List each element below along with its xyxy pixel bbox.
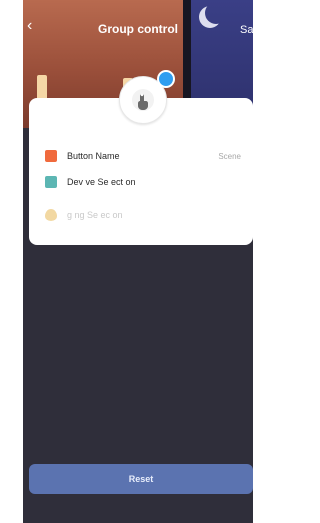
reset-button-label: Reset xyxy=(128,474,154,484)
square-icon xyxy=(45,150,57,162)
button-name-row[interactable]: Button Name Scene xyxy=(45,147,241,165)
row-label: Button Name xyxy=(67,151,120,161)
row-value: Scene xyxy=(218,151,241,161)
device-selection-row[interactable]: Dev ve Se ect on xyxy=(45,173,241,191)
list-icon xyxy=(45,176,57,188)
touch-icon xyxy=(132,89,154,111)
lighting-selection-row[interactable]: g ng Se ec on xyxy=(45,206,241,224)
page-title: Group control xyxy=(98,22,178,36)
moon-icon xyxy=(205,2,227,24)
reset-button[interactable]: Reset xyxy=(29,464,253,494)
status-dot xyxy=(157,70,175,88)
drop-icon xyxy=(45,209,57,221)
save-button[interactable]: Sa xyxy=(240,24,253,36)
row-label: Dev ve Se ect on xyxy=(67,177,136,187)
app-screen: ‹ Group control Sa Button Name Scene Dev… xyxy=(23,0,253,523)
row-label: g ng Se ec on xyxy=(67,210,123,220)
